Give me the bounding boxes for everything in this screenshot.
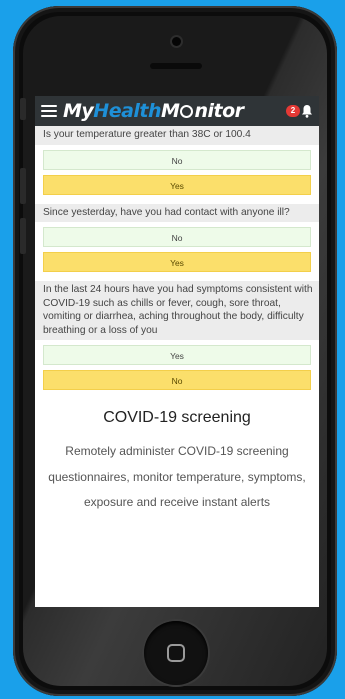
- question-text: Since yesterday, have you had contact wi…: [35, 203, 319, 222]
- logo-part-health: Health: [93, 100, 162, 122]
- speaker-grille: [150, 63, 202, 69]
- volume-up-button: [20, 168, 26, 204]
- question-block-3: In the last 24 hours have you had sympto…: [35, 281, 319, 399]
- feature-title: COVID-19 screening: [103, 409, 251, 426]
- camera-icon: [172, 37, 181, 46]
- answer-yes-button[interactable]: Yes: [43, 252, 311, 272]
- answer-yes-button[interactable]: Yes: [43, 345, 311, 365]
- logo-part-m: M: [161, 100, 180, 122]
- answer-no-button[interactable]: No: [43, 227, 311, 247]
- question-text: Is your temperature greater than 38C or …: [35, 126, 319, 145]
- volume-down-button: [20, 218, 26, 254]
- mute-switch: [20, 98, 26, 120]
- answer-no-button[interactable]: No: [43, 149, 311, 170]
- bell-icon[interactable]: [301, 104, 313, 118]
- phone-screen: MyHealthM nitor 2 Is your temperature gre…: [35, 96, 319, 607]
- feature-section: COVID-19 screening Remotely administer C…: [35, 399, 319, 516]
- question-text: In the last 24 hours have you had sympto…: [35, 281, 319, 340]
- feature-description: Remotely administer COVID-19 screening q…: [48, 444, 306, 509]
- question-block-2: Since yesterday, have you had contact wi…: [35, 203, 319, 282]
- logo-part-my: My: [63, 100, 94, 122]
- home-button[interactable]: [144, 621, 208, 685]
- app-logo: MyHealthM nitor: [63, 100, 244, 122]
- answer-no-button[interactable]: No: [43, 370, 311, 390]
- logo-o-icon: [180, 105, 194, 118]
- home-square-icon: [167, 644, 185, 662]
- logo-part-nitor: nitor: [194, 100, 244, 122]
- answer-yes-button[interactable]: Yes: [43, 174, 311, 195]
- notification-badge: 2: [286, 105, 300, 117]
- app-header: MyHealthM nitor 2: [35, 96, 319, 126]
- question-block-1: Is your temperature greater than 38C or …: [35, 126, 319, 204]
- hamburger-menu-icon[interactable]: [41, 105, 57, 117]
